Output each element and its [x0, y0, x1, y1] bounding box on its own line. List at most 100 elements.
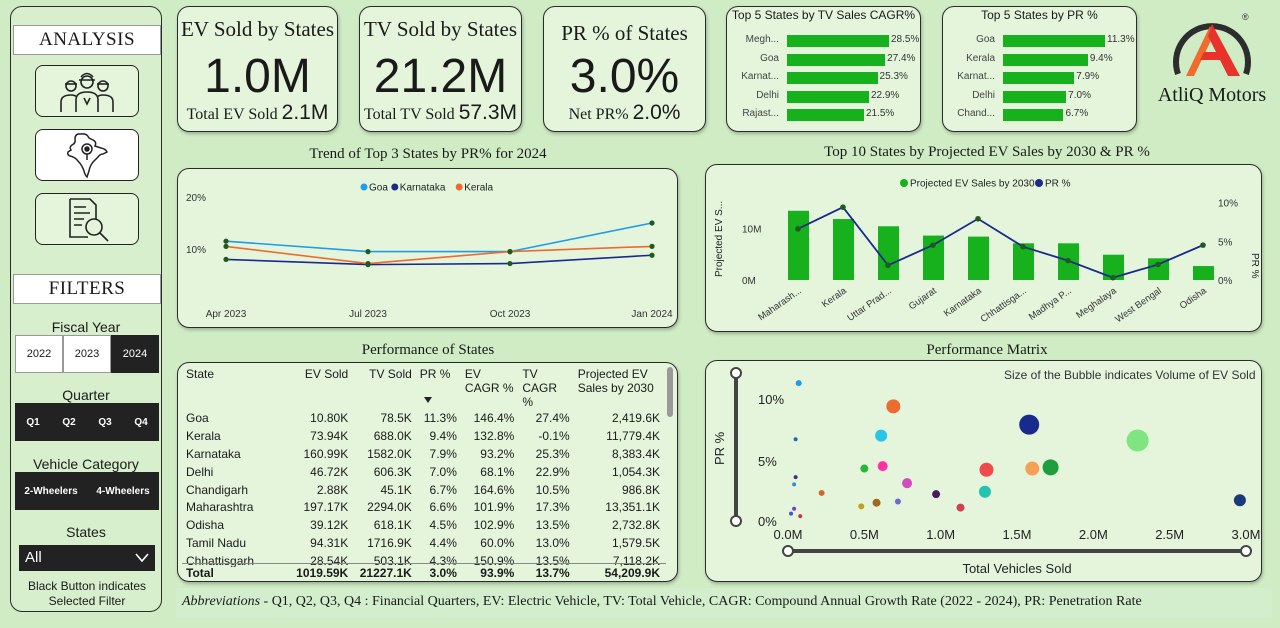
pr-line[interactable]: [797, 206, 1204, 279]
col-ev-cagr[interactable]: EV CAGR %: [461, 367, 518, 409]
col-state[interactable]: State: [182, 367, 289, 409]
state-bubble[interactable]: [793, 437, 798, 442]
series-point[interactable]: [365, 249, 371, 255]
state-bubble[interactable]: [978, 485, 991, 498]
col-ev-sold[interactable]: EV Sold: [289, 367, 353, 409]
pr-row[interactable]: Kerala 9.4%: [943, 52, 1136, 68]
cagr-row[interactable]: Rajast... 21.5%: [727, 107, 920, 123]
state-bubble[interactable]: [793, 475, 798, 480]
state-bubble[interactable]: [818, 489, 825, 496]
quarter-q3[interactable]: Q3: [87, 403, 123, 441]
x-tick-label: 1.5M: [1003, 527, 1032, 542]
cagr-row[interactable]: Delhi 22.9%: [727, 89, 920, 105]
pr-point[interactable]: [930, 242, 936, 248]
series-point[interactable]: [649, 243, 655, 249]
state-bubble[interactable]: [858, 503, 865, 510]
table-row[interactable]: Odisha 39.12K 618.1K 4.5% 102.9% 13.5% 2,732.8…: [182, 516, 664, 534]
y-slider-handle-bottom[interactable]: [730, 515, 742, 527]
series-line[interactable]: [225, 222, 653, 253]
state-bubble[interactable]: [1019, 414, 1040, 435]
pr-row[interactable]: Chand... 6.7%: [943, 107, 1136, 123]
col-pr[interactable]: PR %: [416, 367, 461, 409]
col-tv-sold[interactable]: TV Sold: [352, 367, 416, 409]
col-projected[interactable]: Projected EV Sales by 2030: [574, 367, 664, 409]
pr-point[interactable]: [975, 215, 981, 222]
cagr-row[interactable]: Megh... 28.5%: [727, 33, 920, 49]
pr-point[interactable]: [1020, 243, 1026, 250]
performance-matrix-chart: Size of the Bubble indicates Volume of E…: [712, 367, 1260, 576]
state-bubble[interactable]: [902, 478, 913, 489]
pr-row[interactable]: Delhi 7.0%: [943, 89, 1136, 105]
state-bubble[interactable]: [792, 506, 797, 511]
pr-point[interactable]: [840, 204, 846, 210]
series-line[interactable]: [225, 254, 653, 266]
table-row[interactable]: Maharashtra 197.17K 2294.0K 6.6% 101.9% 17.3%…: [182, 498, 664, 516]
state-bubble[interactable]: [860, 464, 869, 473]
table-scrollbar[interactable]: [667, 367, 673, 417]
projected-bar[interactable]: [923, 235, 944, 280]
state-bubble[interactable]: [1233, 494, 1246, 507]
fiscal-year-2023[interactable]: 2023: [63, 335, 111, 373]
projected-bar[interactable]: [968, 236, 989, 280]
vehicle-2-wheelers[interactable]: 2-Wheelers: [15, 472, 87, 510]
state-bubble[interactable]: [1126, 429, 1149, 452]
table-row[interactable]: Delhi 46.72K 606.3K 7.0% 68.1% 22.9% 1,054.3K: [182, 463, 664, 481]
series-point[interactable]: [223, 238, 229, 244]
state-bubble[interactable]: [872, 498, 881, 507]
cagr-row[interactable]: Goa 27.4%: [727, 52, 920, 68]
col-tv-cagr[interactable]: TV CAGR %: [518, 367, 573, 409]
y-slider-handle-top[interactable]: [730, 367, 742, 379]
fiscal-year-2024[interactable]: 2024: [111, 335, 159, 373]
state-bubble[interactable]: [1025, 461, 1040, 476]
performance-table-scroll[interactable]: State EV Sold TV Sold PR % EV CAGR % TV …: [182, 367, 666, 567]
series-point[interactable]: [223, 243, 229, 249]
projected-bar[interactable]: [878, 226, 899, 280]
vehicle-4-wheelers[interactable]: 4-Wheelers: [87, 472, 159, 510]
quarter-q4[interactable]: Q4: [123, 403, 159, 441]
table-row[interactable]: Tamil Nadu 94.31K 1716.9K 4.4% 60.0% 13.0% 1,5…: [182, 534, 664, 552]
pr-point[interactable]: [1065, 257, 1071, 264]
projected-bar[interactable]: [788, 210, 809, 280]
state-bubble[interactable]: [1042, 459, 1059, 476]
table-row[interactable]: Kerala 73.94K 688.0K 9.4% 132.8% -0.1% 11,779.…: [182, 427, 664, 445]
series-point[interactable]: [365, 260, 371, 267]
state-bubble[interactable]: [877, 461, 888, 472]
pr-row[interactable]: Karnat... 7.9%: [943, 70, 1136, 86]
series-point[interactable]: [649, 252, 655, 258]
x-slider-handle-right[interactable]: [1240, 545, 1252, 557]
team-nav-button[interactable]: [35, 65, 139, 117]
state-bubble[interactable]: [894, 498, 901, 505]
states-dropdown[interactable]: All: [19, 545, 155, 571]
quarter-q2[interactable]: Q2: [51, 403, 87, 441]
projected-bar[interactable]: [1193, 266, 1214, 280]
state-bubble[interactable]: [792, 482, 797, 487]
series-point[interactable]: [223, 256, 229, 262]
state-bubble[interactable]: [886, 399, 901, 414]
state-bubble[interactable]: [932, 490, 941, 499]
state-bubble[interactable]: [956, 503, 965, 512]
table-row[interactable]: Goa 10.80K 78.5K 11.3% 146.4% 27.4% 2,419.6K: [182, 409, 664, 427]
table-row[interactable]: Karnataka 160.99K 1582.0K 7.9% 93.2% 25.3% 8,3…: [182, 445, 664, 463]
series-point[interactable]: [507, 249, 513, 255]
pr-row[interactable]: Goa 11.3%: [943, 33, 1136, 49]
state-bubble[interactable]: [795, 380, 802, 387]
series-point[interactable]: [649, 220, 655, 226]
state-bubble[interactable]: [875, 429, 888, 442]
map-nav-button[interactable]: [35, 129, 139, 181]
state-bubble[interactable]: [979, 462, 994, 477]
quarter-q1[interactable]: Q1: [15, 403, 51, 441]
pr-point[interactable]: [885, 262, 891, 269]
pr-point[interactable]: [1200, 242, 1206, 248]
report-nav-button[interactable]: [35, 193, 139, 245]
state-bubble[interactable]: [798, 514, 803, 519]
pr-point[interactable]: [1110, 274, 1116, 281]
series-point[interactable]: [507, 260, 513, 267]
table-row[interactable]: Chandigarh 2.88K 45.1K 6.7% 164.6% 10.5% 986.8…: [182, 481, 664, 499]
pr-point[interactable]: [1155, 261, 1161, 268]
fiscal-year-2022[interactable]: 2022: [15, 335, 63, 373]
state-bubble[interactable]: [789, 511, 794, 516]
x-slider-handle-left[interactable]: [782, 545, 794, 557]
cagr-row[interactable]: Karnat... 25.3%: [727, 70, 920, 86]
pr-point[interactable]: [795, 226, 801, 232]
projected-bar[interactable]: [833, 219, 854, 280]
